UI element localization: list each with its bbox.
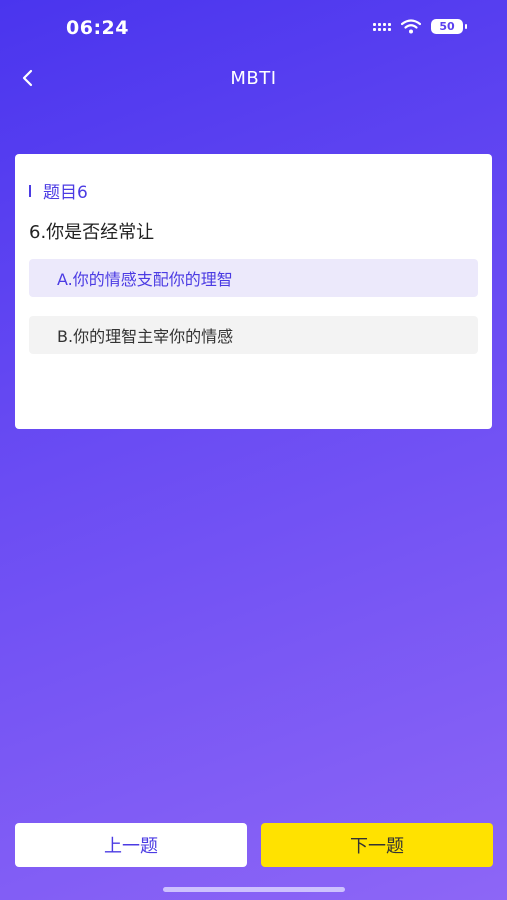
status-time: 06:24 (66, 17, 129, 39)
wifi-icon (401, 19, 421, 34)
nav-bar: MBTI (0, 56, 507, 102)
accent-bar (29, 184, 31, 197)
question-header: 题目6 (29, 178, 88, 203)
question-text: 6.你是否经常让 (29, 222, 155, 243)
battery-icon: 50 (431, 19, 467, 34)
option-b[interactable]: B.你的理智主宰你的情感 (29, 316, 478, 354)
signal-icon (373, 22, 391, 31)
status-bar: 06:24 50 (0, 0, 507, 56)
prev-question-button[interactable]: 上一题 (15, 823, 247, 867)
question-card: 题目6 6.你是否经常让 A.你的情感支配你的理智 B.你的理智主宰你的情感 (15, 154, 492, 429)
home-indicator (163, 887, 345, 892)
page-title: MBTI (230, 68, 277, 89)
next-question-button[interactable]: 下一题 (261, 823, 493, 867)
question-number: 题目6 (43, 183, 88, 203)
status-icons: 50 (373, 19, 467, 34)
option-a[interactable]: A.你的情感支配你的理智 (29, 259, 478, 297)
